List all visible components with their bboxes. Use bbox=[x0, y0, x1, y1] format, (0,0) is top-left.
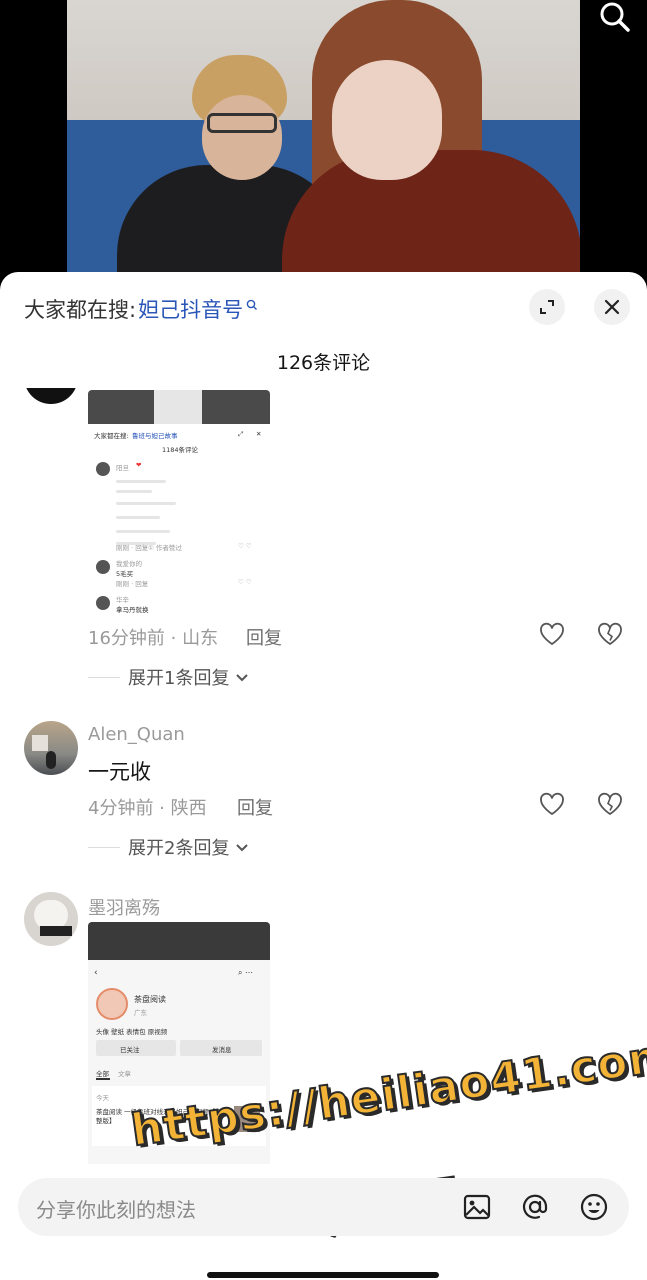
image-search-icon: ⌕ ⋯ bbox=[238, 968, 254, 977]
suggestion-prefix: 大家都在搜: bbox=[24, 298, 137, 322]
expand-replies-label: 展开1条回复 bbox=[128, 668, 230, 689]
reply-button[interactable]: 回复 bbox=[237, 794, 273, 820]
comment-count-title: 126条评论 bbox=[276, 352, 371, 374]
heart-icon: ❤ bbox=[136, 461, 142, 469]
image-sub-time2: 刚刚 · 回复 bbox=[116, 580, 149, 588]
image-expand-icon: ⤢ bbox=[238, 430, 244, 438]
image-avatar bbox=[96, 560, 110, 574]
avatar[interactable] bbox=[24, 892, 78, 946]
suggestion-keyword[interactable]: 妲己抖音号 bbox=[138, 294, 243, 324]
image-back-icon: ‹ bbox=[94, 968, 98, 978]
home-indicator bbox=[207, 1272, 439, 1278]
image-suggest-keyword: 鲁班与妲己故事 bbox=[132, 432, 178, 440]
avatar[interactable] bbox=[24, 721, 78, 775]
search-icon bbox=[246, 292, 258, 316]
image-user2: 我爱你的 bbox=[116, 560, 142, 568]
image-account-name: 茶盘阅读 bbox=[134, 995, 166, 1004]
image-tags: 头像 壁纸 表情包 原视频 bbox=[96, 1028, 168, 1036]
image-date: 今天 bbox=[96, 1094, 109, 1102]
comment-text: 一元收 bbox=[88, 760, 151, 784]
heart-icon[interactable] bbox=[539, 622, 565, 646]
image-suggest-prefix: 大家都在搜: bbox=[94, 432, 129, 440]
image-video-strip bbox=[88, 390, 270, 424]
comment-username[interactable]: 墨羽离殇 bbox=[88, 894, 160, 920]
search-suggestion[interactable]: 大家都在搜: 妲己抖音号 bbox=[24, 294, 258, 324]
image-like-icon: ♡ ♡ bbox=[238, 578, 252, 586]
image-followed: 已关注 bbox=[120, 1046, 140, 1054]
image-text2: 5毛买 bbox=[116, 570, 134, 578]
comment-meta: 4分钟前 · 陕西 bbox=[88, 798, 207, 819]
image-account-avatar bbox=[96, 988, 128, 1020]
expand-icon[interactable] bbox=[529, 289, 565, 325]
app-root: 大家都在搜: 妲己抖音号 126条评论 大家都在搜: 鲁班与妲己故事 ⤢ ✕ 1… bbox=[0, 0, 647, 1280]
emoji-icon[interactable] bbox=[579, 1192, 609, 1222]
comment-input-placeholder: 分享你此刻的想法 bbox=[36, 1198, 196, 1222]
reply-button[interactable]: 回复 bbox=[246, 624, 282, 650]
comment-username[interactable]: Alen_Quan bbox=[88, 724, 185, 745]
image-count: 1184条评论 bbox=[162, 446, 199, 454]
broken-heart-icon[interactable] bbox=[597, 622, 623, 646]
image-avatar bbox=[96, 462, 110, 476]
image-close-icon: ✕ bbox=[256, 430, 262, 438]
chevron-down-icon bbox=[235, 837, 249, 858]
expand-replies[interactable]: 展开2条回复 bbox=[88, 834, 249, 860]
image-user3: 华辛 bbox=[116, 596, 129, 604]
image-sub-time1: 刚刚 · 回复 bbox=[116, 544, 149, 552]
image-like-icon: ♡ ♡ bbox=[238, 542, 252, 550]
expand-replies-label: 展开2条回复 bbox=[128, 838, 230, 859]
image-icon[interactable] bbox=[462, 1192, 492, 1222]
comment-meta: 16分钟前 · 山东 bbox=[88, 628, 219, 649]
expand-replies[interactable]: 展开1条回复 bbox=[88, 664, 249, 690]
image-user1: 阳旦 bbox=[116, 464, 129, 472]
image-tab-article: 文章 bbox=[118, 1070, 131, 1078]
close-icon[interactable] bbox=[594, 289, 630, 325]
avatar[interactable] bbox=[24, 388, 78, 404]
image-message: 发消息 bbox=[212, 1046, 232, 1054]
image-tab-all: 全部 bbox=[96, 1070, 109, 1078]
broken-heart-icon[interactable] bbox=[597, 792, 623, 816]
image-location: 广东 bbox=[134, 1009, 147, 1017]
image-sub-author: ① 作者赞过 bbox=[148, 544, 182, 552]
video-player[interactable] bbox=[67, 0, 580, 300]
heart-icon[interactable] bbox=[539, 792, 565, 816]
search-icon[interactable] bbox=[597, 0, 633, 36]
video-person-right bbox=[282, 0, 580, 300]
image-avatar bbox=[96, 596, 110, 610]
image-video-strip bbox=[88, 922, 270, 960]
comment-image[interactable]: 大家都在搜: 鲁班与妲己故事 ⤢ ✕ 1184条评论 阳旦 ❤ 刚刚 · 回复 … bbox=[88, 390, 270, 616]
chevron-down-icon bbox=[235, 667, 249, 688]
sheet-header: 大家都在搜: 妲己抖音号 126条评论 bbox=[0, 272, 647, 374]
mention-icon[interactable] bbox=[520, 1192, 550, 1222]
comment-input[interactable]: 分享你此刻的想法 bbox=[18, 1178, 629, 1236]
image-text3: 拿马丹就换 bbox=[116, 606, 149, 614]
